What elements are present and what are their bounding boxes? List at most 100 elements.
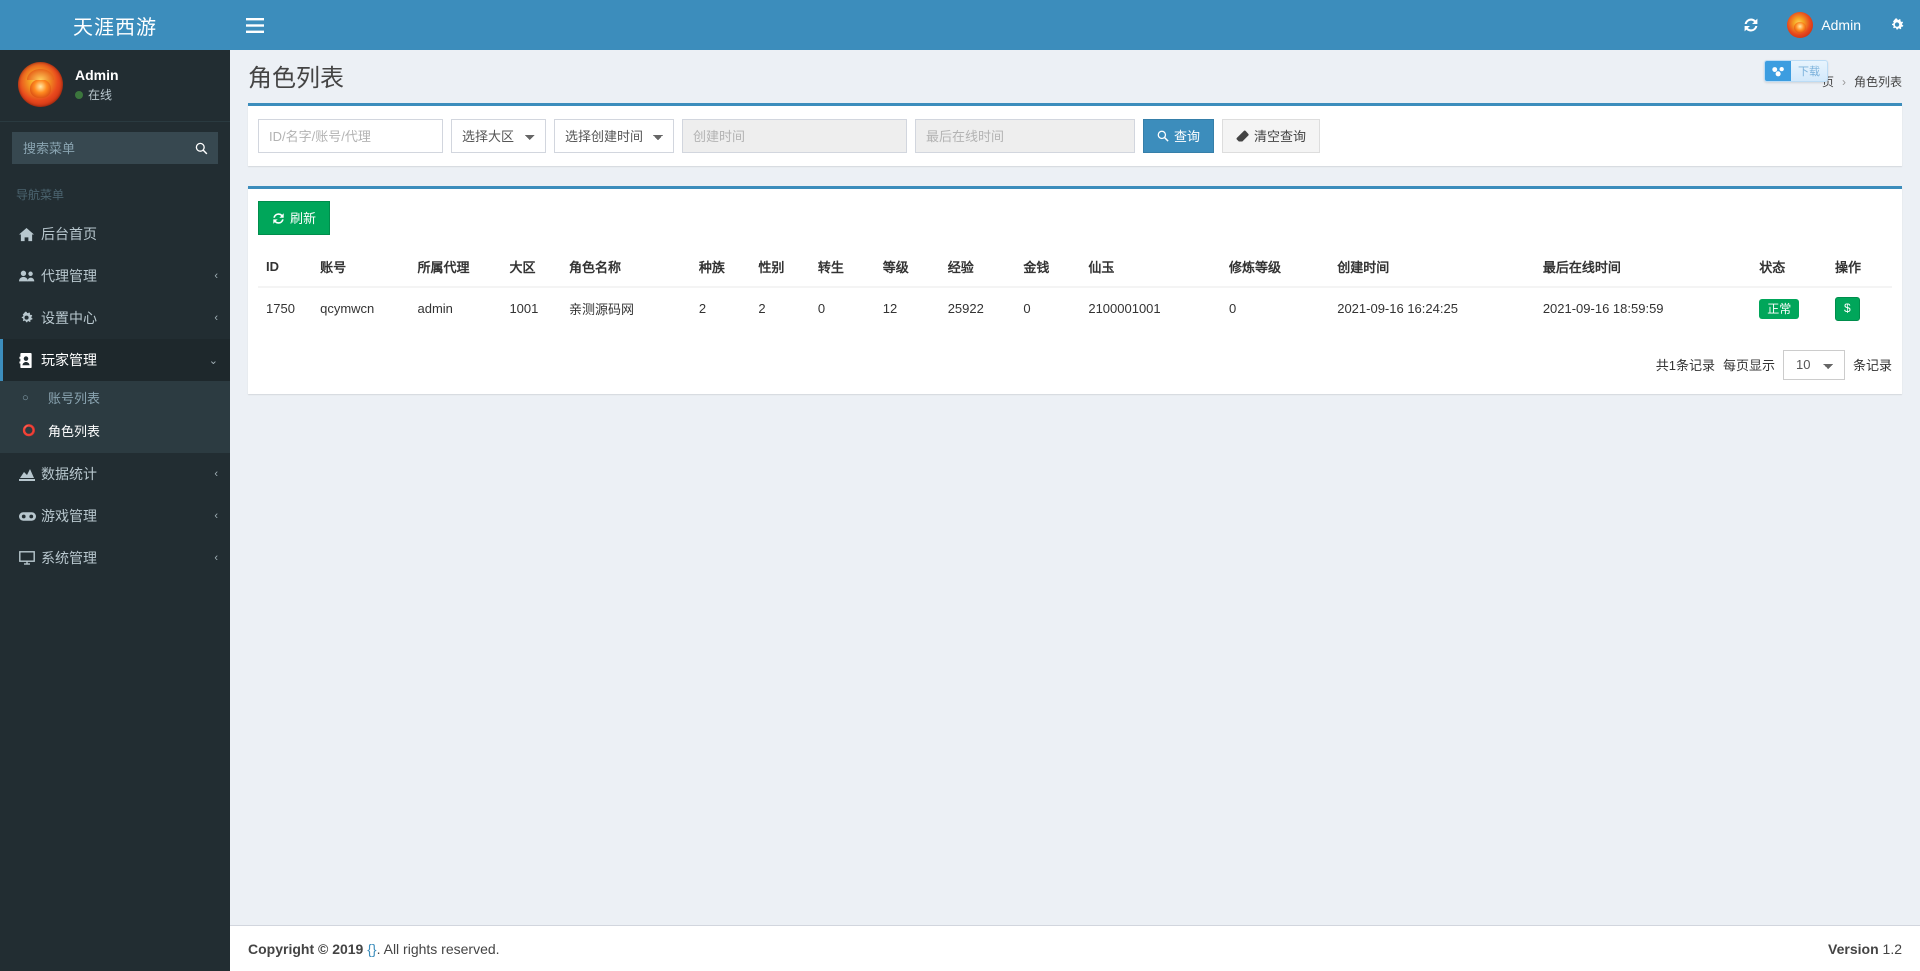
cell-cultivation: 0 (1221, 286, 1330, 330)
search-icon (1157, 130, 1169, 142)
column-header-rebirth[interactable]: 转生 (809, 247, 875, 288)
desktop-icon (19, 551, 41, 565)
sidebar-link-player-management[interactable]: 玩家管理 ⌄ (0, 339, 230, 381)
column-header-cultivation[interactable]: 修炼等级 (1221, 247, 1330, 288)
column-header-level[interactable]: 等级 (874, 247, 940, 288)
cell-id: 1750 (258, 286, 313, 330)
sidebar-item-label: 代理管理 (41, 268, 97, 284)
monkey-avatar-icon (1787, 12, 1814, 38)
column-header-region[interactable]: 大区 (501, 247, 561, 288)
sidebar-user-panel: Admin 在线 (0, 50, 230, 122)
sidebar-toggle-button[interactable] (230, 0, 280, 50)
sidebar-item-system-management[interactable]: 系统管理 ‹ (0, 537, 230, 579)
dollar-icon: $ (1843, 301, 1851, 315)
footer-version: Version 1.2 (1828, 941, 1902, 957)
cell-exp: 25922 (939, 286, 1016, 330)
gamepad-icon (19, 511, 41, 522)
sidebar-link-system-management[interactable]: 系统管理 ‹ (0, 537, 230, 579)
footer-copyright: Copyright © 2019 {}. All rights reserved… (248, 941, 500, 957)
search-submit-label: 查询 (1174, 128, 1201, 144)
cell-account: qcymwcn (312, 286, 410, 330)
cloud-download-badge[interactable]: 下载 (1764, 60, 1828, 82)
sidebar-item-label: 后台首页 (41, 226, 97, 242)
clear-search-button[interactable]: 清空查询 (1222, 119, 1321, 153)
column-header-race[interactable]: 种族 (690, 247, 751, 288)
column-header-action[interactable]: 操作 (1826, 247, 1892, 288)
footer-version-value: 1.2 (1882, 940, 1902, 957)
sidebar-link-settings[interactable]: 设置中心 ‹ (0, 297, 230, 339)
column-header-role-name[interactable]: 角色名称 (560, 247, 691, 288)
search-submit-button[interactable]: 查询 (1143, 119, 1215, 153)
cell-money: 0 (1015, 286, 1081, 330)
sidebar-item-settings[interactable]: 设置中心 ‹ (0, 297, 230, 339)
sidebar-item-role-list[interactable]: ⭕ 角色列表 (0, 414, 230, 447)
column-header-account[interactable]: 账号 (312, 247, 410, 288)
column-header-gender[interactable]: 性别 (750, 247, 810, 288)
table-toolbar: 刷新 (258, 201, 1892, 235)
sidebar-item-statistics[interactable]: 数据统计 ‹ (0, 453, 230, 495)
footer-copyright-link[interactable]: {} (367, 941, 376, 957)
chevron-left-icon: ‹ (214, 510, 218, 522)
header-settings-button[interactable] (1875, 0, 1920, 50)
sidebar-link-role-list[interactable]: ⭕ 角色列表 (0, 414, 230, 447)
table-row[interactable]: 1750 qcymwcn admin 1001 亲测源码网 2 2 0 12 2… (258, 286, 1892, 330)
column-header-status[interactable]: 状态 (1751, 247, 1827, 288)
sidebar-link-game-management[interactable]: 游戏管理 ‹ (0, 495, 230, 537)
column-header-create-time[interactable]: 创建时间 (1329, 247, 1535, 288)
brand-logo[interactable]: 天涯西游 (0, 0, 230, 50)
header-refresh-button[interactable] (1729, 0, 1773, 50)
refresh-table-button[interactable]: 刷新 (258, 201, 331, 235)
sidebar-link-home[interactable]: 后台首页 (0, 213, 230, 255)
total-records-label: 共1条记录 (1655, 358, 1715, 374)
circle-o-icon: ○ (22, 391, 29, 404)
header-user-menu[interactable]: Admin (1773, 0, 1875, 50)
sidebar-submenu-player-management: ○ 账号列表 ⭕ 角色列表 (0, 381, 230, 453)
create-time-type-select[interactable]: 选择创建时间 (554, 119, 674, 153)
sidebar-link-account-list[interactable]: ○ 账号列表 (0, 381, 230, 414)
gears-icon (19, 311, 41, 326)
sidebar-item-account-list[interactable]: ○ 账号列表 (0, 381, 230, 414)
header-user-label: Admin (1821, 17, 1861, 33)
cell-action: $ (1826, 286, 1892, 330)
admin-page: 天涯西游 Admin 在线 导航菜单 (0, 0, 1920, 971)
create-time-input[interactable] (682, 119, 907, 153)
column-header-agent[interactable]: 所属代理 (409, 247, 502, 288)
cloud-download-label: 下载 (1798, 66, 1820, 78)
gears-icon (1891, 17, 1904, 30)
sidebar-item-home[interactable]: 后台首页 (0, 213, 230, 255)
brand-title: 天涯西游 (73, 16, 157, 39)
column-header-exp[interactable]: 经验 (939, 247, 1016, 288)
cell-last-online: 2021-09-16 18:59:59 (1534, 286, 1752, 330)
region-select[interactable]: 选择大区 (451, 119, 546, 153)
sidebar-item-game-management[interactable]: 游戏管理 ‹ (0, 495, 230, 537)
cell-rebirth: 0 (809, 286, 875, 330)
column-header-money[interactable]: 金钱 (1015, 247, 1081, 288)
content-wrapper: 角色列表 页 › 角色列表 下载 ID/名字/账号/代理 选择大区 选择创建时间… (230, 50, 1920, 971)
address-book-icon (19, 352, 41, 368)
sidebar-user-name: Admin (75, 67, 119, 83)
cell-race: 2 (690, 286, 751, 330)
sidebar-nav-header: 导航菜单 (0, 176, 230, 213)
last-online-time-input[interactable] (915, 119, 1135, 153)
sidebar-link-agent[interactable]: 代理管理 ‹ (0, 255, 230, 297)
column-header-id[interactable]: ID (258, 247, 313, 288)
chevron-down-icon: ⌄ (208, 354, 218, 367)
online-dot-icon (75, 91, 83, 99)
recharge-action-button[interactable]: $ (1834, 297, 1860, 321)
column-header-jade[interactable]: 仙玉 (1080, 247, 1222, 288)
menu-search-button[interactable] (184, 132, 218, 164)
footer-copyright-prefix: Copyright © 2019 (248, 940, 364, 957)
home-icon (19, 227, 41, 242)
sidebar-item-player-management[interactable]: 玩家管理 ⌄ ○ 账号列表 ⭕ 角色列表 (0, 339, 230, 453)
sidebar-item-label: 玩家管理 (41, 352, 97, 368)
column-header-last-online[interactable]: 最后在线时间 (1534, 247, 1752, 288)
page-title: 角色列表 (248, 65, 344, 92)
page-size-select[interactable]: 10 (1782, 349, 1845, 380)
users-icon (19, 269, 41, 283)
sidebar-nav: 后台首页 代理管理 ‹ 设置中心 ‹ 玩家管理 ⌄ ○ 账号列表 ⭕ 角色列表 … (0, 213, 230, 579)
sidebar-item-agent[interactable]: 代理管理 ‹ (0, 255, 230, 297)
footer-copyright-suffix: . All rights reserved. (376, 940, 500, 957)
chevron-left-icon: ‹ (214, 270, 218, 282)
sidebar-link-statistics[interactable]: 数据统计 ‹ (0, 453, 230, 495)
search-keyword-input[interactable] (258, 119, 443, 153)
